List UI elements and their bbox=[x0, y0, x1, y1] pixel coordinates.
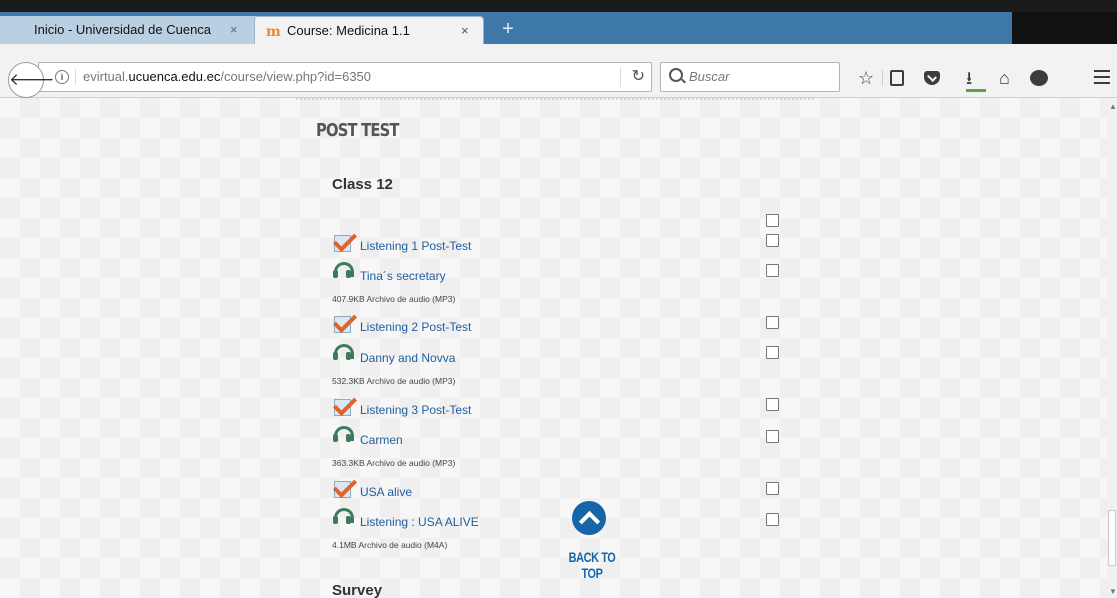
activity-link[interactable]: Danny and Novva bbox=[360, 351, 455, 365]
new-tab-button[interactable]: + bbox=[496, 16, 520, 44]
subsection-title-survey: Survey bbox=[332, 582, 383, 598]
back-arrow-icon: 🡐 bbox=[9, 70, 55, 89]
headphones-icon bbox=[332, 260, 354, 282]
back-button[interactable]: 🡐 bbox=[8, 62, 55, 98]
completion-checkbox[interactable] bbox=[766, 430, 779, 443]
completion-checkbox[interactable] bbox=[766, 513, 779, 526]
completion-checkbox[interactable] bbox=[766, 316, 779, 329]
completion-checkbox[interactable] bbox=[766, 398, 779, 411]
subsection-title-class-12: Class 12 bbox=[332, 176, 393, 193]
section-divider bbox=[296, 98, 814, 100]
activity-link[interactable]: Listening 2 Post-Test bbox=[360, 320, 471, 334]
home-icon[interactable]: ⌂ bbox=[999, 68, 1010, 88]
scroll-up-arrow-icon[interactable]: ▲ bbox=[1109, 102, 1117, 111]
tab-course-medicina[interactable]: m Course: Medicina 1.1 × bbox=[254, 16, 484, 44]
download-icon[interactable]: ⭳ bbox=[966, 68, 972, 88]
activity-link[interactable]: Carmen bbox=[360, 433, 403, 447]
quiz-icon bbox=[332, 391, 358, 417]
activity-link[interactable]: Listening 3 Post-Test bbox=[360, 403, 471, 417]
completion-checkbox[interactable] bbox=[766, 234, 779, 247]
activity-link[interactable]: Tina´s secretary bbox=[360, 269, 446, 283]
vertical-scrollbar[interactable]: ▲ ▼ bbox=[1107, 98, 1117, 598]
headphones-icon bbox=[332, 342, 354, 364]
quiz-icon bbox=[332, 227, 358, 253]
completion-checkbox[interactable] bbox=[766, 214, 779, 227]
tab-title: Inicio - Universidad de Cuenca bbox=[34, 22, 212, 37]
file-info: 363.3KB Archivo de audio (MP3) bbox=[332, 458, 456, 468]
url-text[interactable]: evirtual.ucuenca.edu.ec/course/view.php?… bbox=[83, 69, 371, 84]
search-bar[interactable]: Buscar bbox=[660, 62, 840, 92]
completion-checkbox[interactable] bbox=[766, 482, 779, 495]
back-to-top-label[interactable]: BACK TO TOP bbox=[564, 549, 620, 581]
activity-link[interactable]: Listening : USA ALIVE bbox=[360, 515, 479, 529]
moodle-favicon-icon: m bbox=[266, 24, 281, 40]
download-progress-bar bbox=[966, 89, 986, 92]
quiz-icon bbox=[332, 473, 358, 499]
url-separator bbox=[75, 69, 76, 85]
section-title: POST TEST bbox=[316, 120, 399, 141]
hamburger-menu-icon[interactable] bbox=[1094, 70, 1110, 84]
activity-link[interactable]: USA alive bbox=[360, 485, 412, 499]
search-placeholder: Buscar bbox=[689, 69, 730, 84]
info-icon[interactable]: i bbox=[55, 70, 69, 84]
title-bar-area bbox=[1012, 12, 1117, 44]
chevron-up-icon[interactable] bbox=[572, 501, 606, 535]
file-info: 532.3KB Archivo de audio (MP3) bbox=[332, 376, 456, 386]
toolbar-separator bbox=[882, 70, 883, 86]
tab-inicio[interactable]: Inicio - Universidad de Cuenca × bbox=[0, 16, 258, 44]
scroll-down-arrow-icon[interactable]: ▼ bbox=[1109, 587, 1117, 596]
search-icon bbox=[669, 68, 683, 82]
page-viewport: POST TEST Class 12 Listening 1 Post-Test… bbox=[0, 98, 1107, 598]
url-bar[interactable]: i evirtual.ucuenca.edu.ec/course/view.ph… bbox=[38, 62, 652, 92]
headphones-icon bbox=[332, 424, 354, 446]
navigation-toolbar: i evirtual.ucuenca.edu.ec/course/view.ph… bbox=[0, 44, 1117, 98]
chat-icon[interactable] bbox=[1030, 70, 1048, 86]
star-icon[interactable]: ☆ bbox=[858, 68, 874, 88]
tab-bar: Inicio - Universidad de Cuenca × m Cours… bbox=[0, 0, 1117, 44]
reading-list-icon[interactable] bbox=[890, 70, 904, 86]
completion-checkbox[interactable] bbox=[766, 346, 779, 359]
quiz-icon bbox=[332, 308, 358, 334]
pocket-icon[interactable] bbox=[924, 71, 940, 85]
reload-separator bbox=[620, 67, 621, 87]
tab-title: Course: Medicina 1.1 bbox=[287, 23, 410, 38]
tab-close-icon[interactable]: × bbox=[230, 16, 238, 44]
headphones-icon bbox=[332, 506, 354, 528]
tab-close-icon[interactable]: × bbox=[461, 17, 469, 45]
file-info: 407.9KB Archivo de audio (MP3) bbox=[332, 294, 456, 304]
reload-icon[interactable]: ↻ bbox=[632, 66, 645, 86]
file-info: 4.1MB Archivo de audio (M4A) bbox=[332, 540, 448, 550]
scrollbar-thumb[interactable] bbox=[1108, 510, 1116, 566]
completion-checkbox[interactable] bbox=[766, 264, 779, 277]
activity-link[interactable]: Listening 1 Post-Test bbox=[360, 239, 471, 253]
